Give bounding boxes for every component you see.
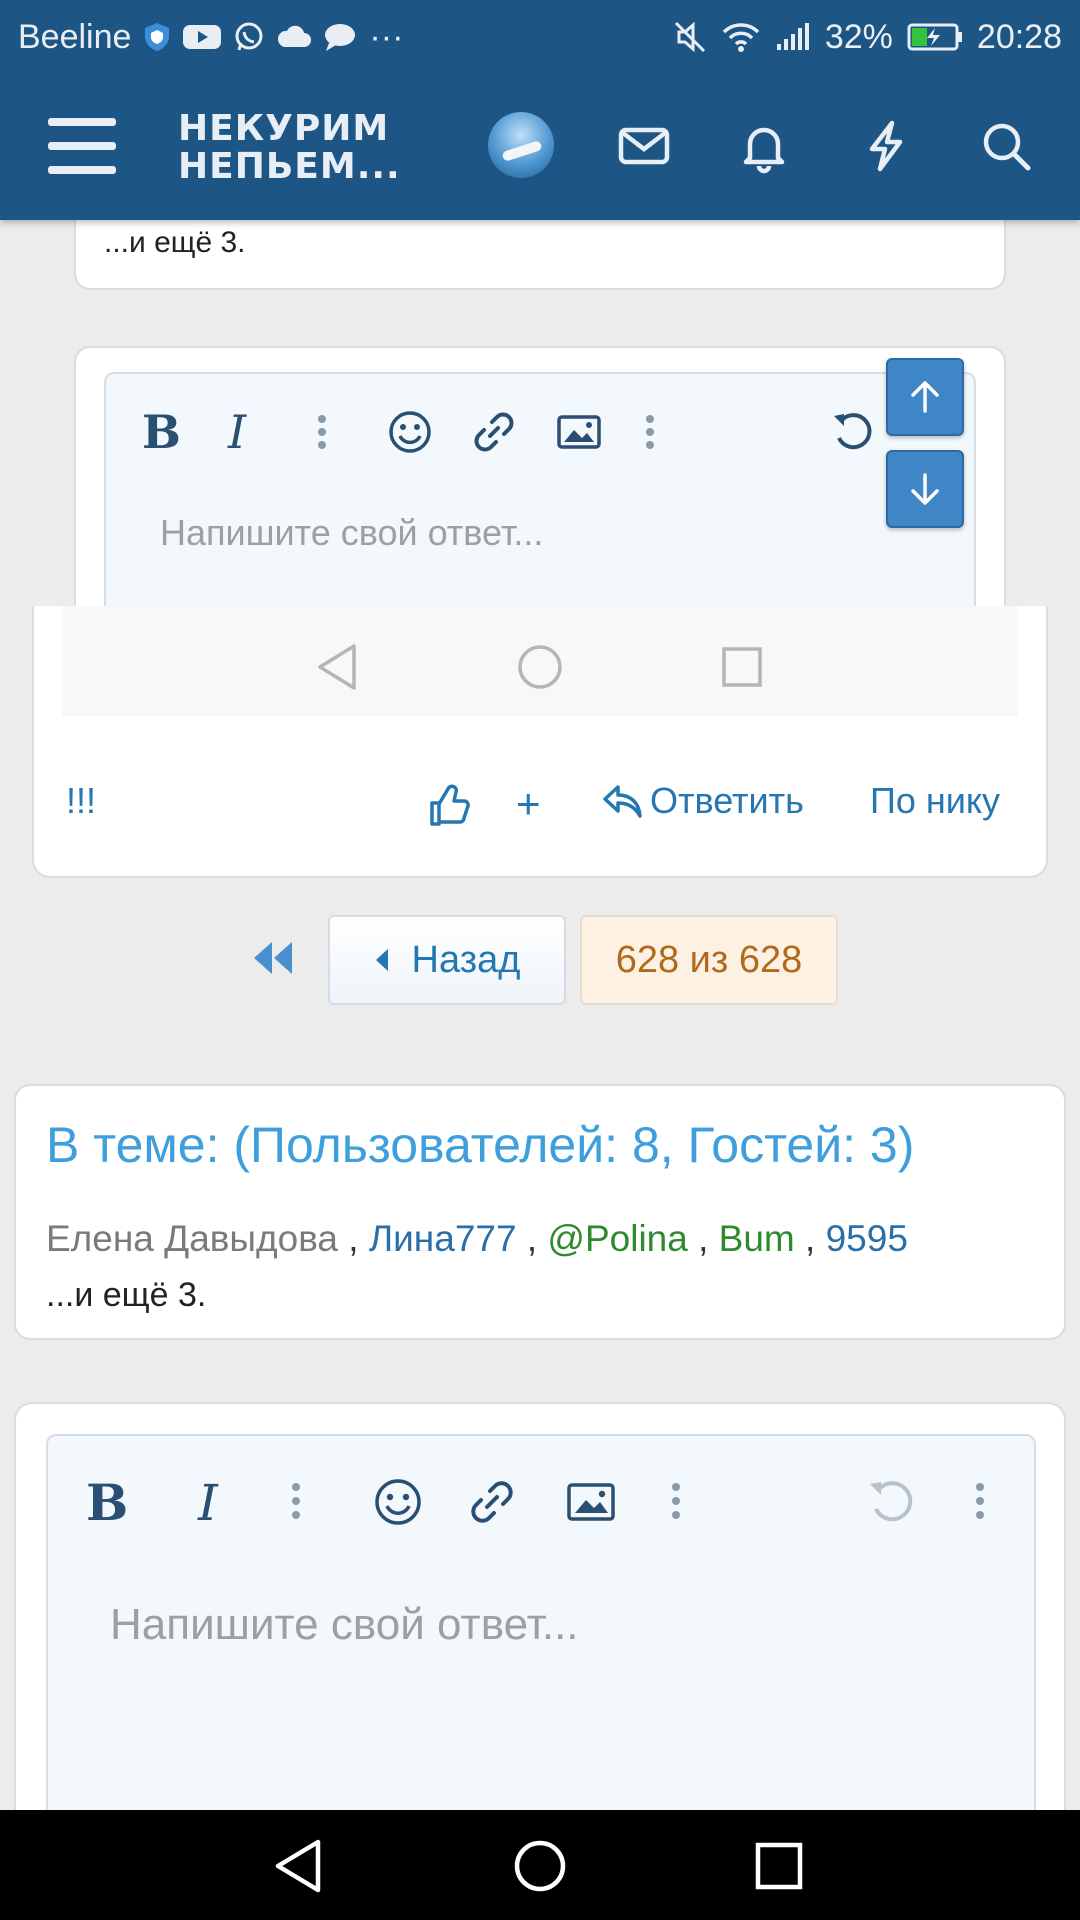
- reply-icon: [603, 785, 642, 818]
- more-insert-icon[interactable]: [670, 1482, 682, 1525]
- user-separator: ,: [805, 1218, 826, 1259]
- italic-icon[interactable]: I: [224, 405, 260, 459]
- carrier-name: Beeline: [18, 17, 132, 56]
- scroll-to-top-button[interactable]: [886, 358, 964, 436]
- shield-icon: [143, 22, 171, 52]
- logo-line-2: НЕПЬЕМ...: [178, 146, 401, 187]
- more-users-text: ...и ещё 3.: [104, 226, 246, 259]
- embedded-reply-editor: B I Напишите свой ответ...: [74, 346, 1006, 612]
- svg-text:I: I: [227, 408, 247, 454]
- reply-editor-card: B I Напишите свой ответ...: [14, 1402, 1066, 1854]
- previous-page-label: Назад: [411, 938, 521, 981]
- image-icon[interactable]: [566, 1480, 616, 1529]
- system-nav-icons: [275, 1839, 803, 1893]
- home-icon[interactable]: [514, 1840, 566, 1892]
- like-button[interactable]: [428, 784, 472, 828]
- more-notifications-indicator: ···: [369, 17, 404, 56]
- current-page-indicator[interactable]: 628 из 628: [580, 915, 838, 1005]
- logo-line-1: НЕКУРИМ: [178, 108, 390, 149]
- undo-icon[interactable]: [830, 410, 878, 459]
- thumbs-up-icon: [430, 784, 470, 826]
- bell-icon[interactable]: [736, 118, 792, 174]
- svg-text:B: B: [86, 1476, 128, 1526]
- battery-charging-icon: [907, 22, 963, 52]
- add-button[interactable]: +: [516, 780, 541, 828]
- cloud-icon: [277, 25, 312, 49]
- online-users-list: Елена Давыдова , Лина777 , @Polina , Bum…: [46, 1218, 908, 1260]
- emoji-icon[interactable]: [388, 410, 432, 459]
- chat-bubble-icon: [323, 22, 357, 52]
- youtube-icon: [183, 23, 222, 51]
- signal-icon: [775, 22, 811, 52]
- more-insert-icon[interactable]: [644, 414, 656, 455]
- arrow-up-icon: [911, 381, 939, 413]
- online-user[interactable]: Bum: [719, 1218, 795, 1259]
- double-chevron-left-icon: [254, 942, 292, 974]
- more-actions-icon[interactable]: [974, 1482, 986, 1525]
- status-bar: Beeline ··· 32% 20:28: [0, 0, 1080, 74]
- svg-text:I: I: [197, 1476, 219, 1526]
- site-logo[interactable]: НЕКУРИМ НЕПЬЕМ...: [178, 110, 401, 186]
- link-icon[interactable]: [472, 410, 516, 459]
- online-title[interactable]: В теме: (Пользователей: 8, Гостей: 3): [46, 1116, 914, 1174]
- bold-icon[interactable]: B: [140, 405, 181, 459]
- recents-icon[interactable]: [755, 1842, 803, 1890]
- user-separator: ,: [698, 1218, 719, 1259]
- online-user[interactable]: 9595: [826, 1218, 908, 1259]
- lightning-icon[interactable]: [858, 118, 914, 174]
- mail-icon[interactable]: [616, 118, 672, 174]
- online-user[interactable]: Елена Давыдова: [46, 1218, 338, 1259]
- undo-icon[interactable]: [866, 1478, 918, 1531]
- more-users-text: ...и ещё 3.: [46, 1276, 207, 1314]
- mute-icon: [673, 20, 707, 54]
- editor-box: B I Напишите свой ответ...: [104, 372, 976, 612]
- reply-placeholder[interactable]: Напишите свой ответ...: [160, 512, 543, 554]
- clock: 20:28: [976, 17, 1062, 56]
- embedded-nav-icons: [318, 644, 762, 690]
- user-avatar[interactable]: [488, 112, 554, 178]
- svg-text:B: B: [142, 408, 180, 454]
- scroll-to-bottom-button[interactable]: [886, 450, 964, 528]
- user-separator: ,: [526, 1218, 548, 1259]
- reply-label: Ответить: [650, 780, 804, 821]
- embedded-nav-bar: [62, 606, 1018, 716]
- online-users-block: В теме: (Пользователей: 8, Гостей: 3) Ел…: [14, 1084, 1066, 1340]
- search-icon[interactable]: [978, 118, 1034, 174]
- bold-icon[interactable]: B: [84, 1473, 128, 1532]
- battery-percent: 32%: [824, 17, 893, 56]
- italic-icon[interactable]: I: [194, 1474, 234, 1532]
- by-nick-button[interactable]: По нику: [870, 780, 1000, 822]
- caret-left-icon: [375, 949, 388, 971]
- exclaim-link[interactable]: !!!: [66, 780, 96, 822]
- menu-icon[interactable]: [48, 118, 116, 174]
- arrow-down-icon: [911, 473, 939, 505]
- image-icon[interactable]: [556, 412, 602, 457]
- user-separator: ,: [348, 1218, 369, 1259]
- whatsapp-icon: [233, 21, 265, 53]
- back-icon[interactable]: [275, 1839, 321, 1893]
- reply-editor-box: B I Напишите свой ответ...: [46, 1434, 1036, 1854]
- more-options-icon[interactable]: [290, 1482, 302, 1525]
- link-icon[interactable]: [468, 1478, 516, 1531]
- more-options-icon[interactable]: [316, 414, 328, 455]
- reply-button[interactable]: Ответить: [602, 780, 804, 822]
- first-page-button[interactable]: [250, 938, 294, 983]
- wifi-icon: [721, 21, 761, 53]
- system-nav-bar: [0, 1810, 1080, 1920]
- online-user[interactable]: @Polina: [547, 1218, 687, 1259]
- online-user[interactable]: Лина777: [369, 1218, 517, 1259]
- app-header: НЕКУРИМ НЕПЬЕМ...: [0, 74, 1080, 220]
- previous-page-button[interactable]: Назад: [328, 915, 566, 1005]
- reply-placeholder[interactable]: Напишите свой ответ...: [110, 1600, 579, 1650]
- emoji-icon[interactable]: [374, 1478, 422, 1531]
